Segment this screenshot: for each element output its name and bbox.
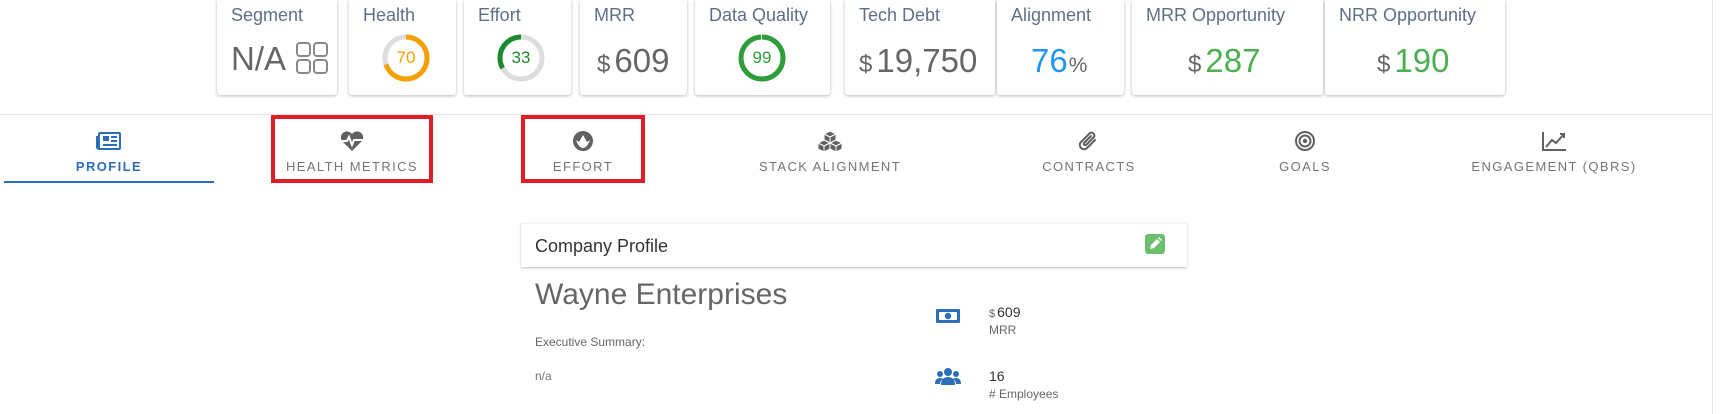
company-name: Wayne Enterprises: [535, 278, 788, 311]
newspaper-icon: [96, 129, 122, 153]
alignment-title: Alignment: [1011, 5, 1092, 25]
nrr-opportunity-currency: $: [1377, 51, 1391, 78]
effort-value: 33: [511, 48, 531, 67]
alignment-number: 76: [1031, 42, 1068, 79]
alignment-unit: %: [1068, 54, 1088, 77]
tab-engagement-qbrs-label: ENGAGEMENT (QBRS): [1471, 159, 1637, 174]
stat-employees-value: 16: [989, 368, 1005, 384]
kpi-card-nrr-opportunity: NRR Opportunity $190: [1325, 0, 1505, 95]
data-quality-title: Data Quality: [709, 5, 809, 25]
kpi-card-data-quality: Data Quality 99: [695, 0, 830, 95]
mrr-title: MRR: [594, 5, 635, 25]
mrr-value: $609: [597, 42, 669, 80]
effort-gauge: 33: [496, 33, 546, 83]
tech-debt-value: $19,750: [859, 42, 977, 80]
kpi-card-alignment: Alignment 76%: [997, 0, 1124, 95]
kpi-card-mrr-opportunity: MRR Opportunity $287: [1132, 0, 1323, 95]
company-profile-header: Company Profile: [521, 223, 1187, 267]
tab-goals-label: GOALS: [1279, 159, 1331, 174]
active-tab-indicator: [4, 181, 214, 183]
segment-value: N/A: [231, 40, 287, 77]
segment-title: Segment: [231, 5, 304, 25]
tech-debt-currency: $: [859, 51, 873, 78]
nrr-opportunity-value: $190: [1377, 42, 1449, 80]
company-profile-title: Company Profile: [535, 236, 669, 256]
stat-employees-label: # Employees: [989, 387, 1059, 401]
tab-contracts-label: CONTRACTS: [1042, 159, 1136, 174]
users-icon: [935, 366, 961, 390]
stat-mrr-amount: 609: [997, 304, 1021, 320]
mrr-opportunity-value: $287: [1188, 42, 1260, 80]
kpi-card-tech-debt: Tech Debt $19,750: [845, 0, 995, 95]
stat-mrr-currency: $: [989, 308, 996, 320]
kpi-card-mrr: MRR $609: [580, 0, 687, 95]
effort-title: Effort: [478, 5, 521, 25]
stat-mrr-value: $609: [989, 304, 1020, 320]
data-quality-value: 99: [752, 48, 772, 67]
stat-mrr-label: MRR: [989, 323, 1017, 337]
kpi-card-health: Health 70: [349, 0, 456, 95]
nrr-opportunity-amount: 190: [1394, 42, 1450, 79]
kpi-card-effort: Effort 33: [464, 0, 571, 95]
scrollbar-track[interactable]: [1712, 0, 1713, 414]
nrr-opportunity-title: NRR Opportunity: [1339, 5, 1477, 25]
mrr-amount: 609: [614, 42, 670, 79]
edit-profile-button[interactable]: [1145, 234, 1165, 254]
highlight-box-health-metrics: [271, 115, 433, 183]
executive-summary-value: n/a: [535, 369, 552, 383]
tab-profile[interactable]: PROFILE: [4, 124, 214, 184]
health-title: Health: [363, 5, 416, 25]
tab-contracts[interactable]: CONTRACTS: [1034, 124, 1144, 184]
executive-summary-label: Executive Summary:: [535, 335, 646, 349]
data-quality-gauge: 99: [737, 33, 787, 83]
tab-stack-alignment[interactable]: STACK ALIGNMENT: [748, 124, 912, 184]
grid-icon: [295, 41, 329, 75]
line-chart-icon: [1541, 129, 1567, 153]
health-gauge: 70: [381, 33, 431, 83]
tab-goals[interactable]: GOALS: [1265, 124, 1345, 184]
paperclip-icon: [1076, 129, 1102, 153]
tab-profile-label: PROFILE: [75, 159, 143, 174]
mrr-opportunity-currency: $: [1188, 51, 1202, 78]
mrr-opportunity-amount: 287: [1205, 42, 1261, 79]
tech-debt-title: Tech Debt: [859, 5, 941, 25]
health-value: 70: [396, 48, 416, 67]
tab-engagement-qbrs[interactable]: ENGAGEMENT (QBRS): [1470, 124, 1638, 184]
money-bill-icon: [935, 304, 961, 328]
cubes-icon: [817, 129, 843, 153]
tech-debt-amount: 19,750: [876, 42, 978, 79]
mrr-opportunity-title: MRR Opportunity: [1146, 5, 1286, 25]
highlight-box-effort: [521, 115, 645, 183]
tabs-divider: [0, 114, 1712, 115]
bullseye-icon: [1292, 129, 1318, 153]
pencil-icon: [1150, 237, 1162, 249]
alignment-value: 76%: [1031, 42, 1087, 80]
tab-stack-alignment-label: STACK ALIGNMENT: [758, 159, 902, 174]
kpi-card-segment: Segment N/A: [217, 0, 337, 95]
mrr-currency: $: [597, 51, 611, 78]
